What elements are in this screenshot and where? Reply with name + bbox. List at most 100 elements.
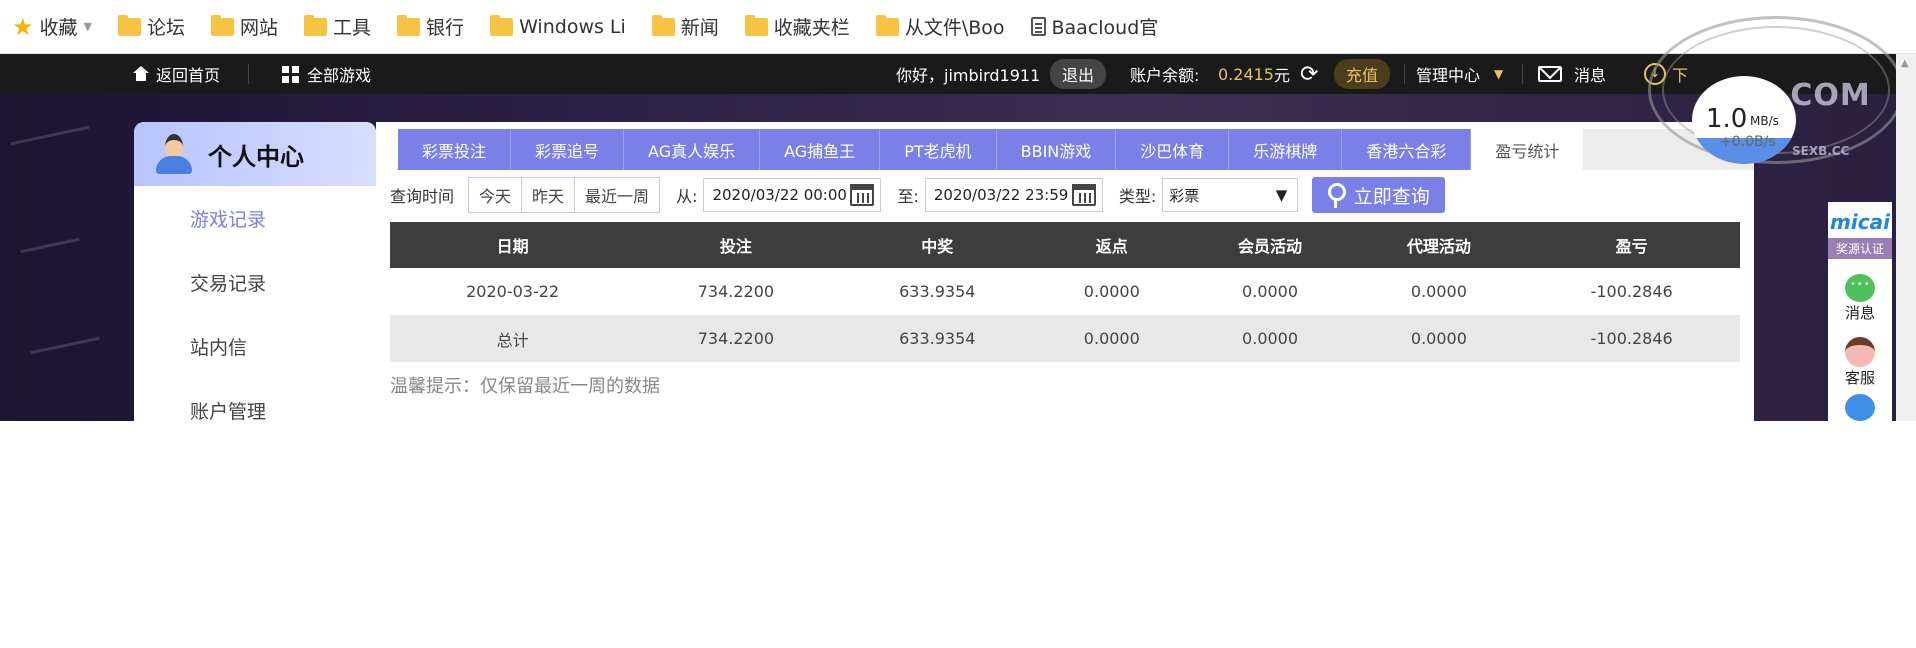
bookmark-folder[interactable]: Windows Li: [490, 14, 626, 38]
folder-icon: [875, 14, 899, 36]
table-cell: 0.0000: [1083, 282, 1140, 301]
sidebar-title: 个人中心: [208, 142, 304, 171]
admin-center-menu[interactable]: 管理中心 ▼: [1416, 54, 1503, 94]
rail-support-button[interactable]: 客服: [1828, 330, 1892, 394]
game-tabs: 彩票投注 彩票追号 AG真人娱乐 AG捕鱼王 PT老虎机 BBIN游戏 沙巴体育…: [398, 129, 1584, 170]
column-header: 日期: [390, 222, 636, 268]
sidebar-item-inbox[interactable]: 站内信: [134, 314, 376, 378]
bookmark-page[interactable]: Baacloud官: [1030, 13, 1158, 40]
table-header-row: 日期 投注 中奖 返点 会员活动 代理活动 盈亏: [390, 222, 1740, 268]
table-cell: 0.0000: [1410, 282, 1467, 301]
bookmark-folder[interactable]: 论坛: [118, 13, 185, 40]
from-date-input[interactable]: 2020/03/22 00:00: [703, 178, 882, 212]
page-scrollbar[interactable]: ▲: [1896, 54, 1916, 421]
folder-icon: [490, 14, 514, 36]
chevron-down-icon[interactable]: ▼: [84, 20, 92, 33]
bookmark-folder[interactable]: 工具: [304, 13, 371, 40]
tab-ag-live[interactable]: AG真人娱乐: [624, 129, 761, 170]
sidebar-header: 个人中心: [134, 122, 376, 186]
bookmark-label: 收藏夹栏: [773, 17, 850, 39]
profit-loss-table: 日期 投注 中奖 返点 会员活动 代理活动 盈亏 2020-03-22 734.…: [390, 222, 1740, 362]
refresh-balance-button[interactable]: ⟳: [1300, 54, 1318, 94]
refresh-icon: ⟳: [1300, 61, 1319, 87]
divider: [248, 64, 249, 84]
balance-value: 0.2415: [1218, 64, 1274, 84]
tab-leyou-chess[interactable]: 乐游棋牌: [1229, 129, 1343, 170]
tab-pt-slots[interactable]: PT老虎机: [880, 129, 997, 170]
watermark-subtext: SEXB.CC: [1792, 144, 1850, 158]
to-date-input[interactable]: 2020/03/22 23:59: [924, 178, 1103, 212]
bookmark-folder[interactable]: 网站: [211, 13, 278, 40]
table-cell: 633.9354: [899, 282, 976, 301]
bookmark-label: 工具: [333, 17, 372, 39]
range-last-week-button[interactable]: 最近一周: [575, 178, 660, 212]
table-cell: -100.2846: [1590, 282, 1673, 301]
bookmark-folder[interactable]: 收藏夹栏: [744, 13, 850, 40]
user-avatar-icon: [156, 134, 192, 174]
table-cell: 734.2200: [635, 315, 837, 362]
tab-hk-mark-six[interactable]: 香港六合彩: [1342, 129, 1472, 170]
range-yesterday-button[interactable]: 昨天: [522, 178, 576, 212]
table-cell: 0.0000: [1185, 315, 1355, 362]
certification-label: 奖源认证: [1828, 238, 1892, 259]
sidebar-item-transactions[interactable]: 交易记录: [134, 250, 376, 314]
bookmark-label: Windows Li: [519, 15, 626, 38]
tab-bbin[interactable]: BBIN游戏: [996, 129, 1117, 170]
rail-more-button[interactable]: [1828, 394, 1892, 421]
messages-link[interactable]: 消息: [1538, 54, 1606, 94]
logout-button-wrap: 退出: [1050, 54, 1107, 94]
sidebar-item-game-records[interactable]: 游戏记录: [134, 186, 376, 250]
document-icon: [1030, 17, 1046, 36]
to-date-value: 2020/03/22 23:59: [933, 186, 1069, 204]
search-button-label: 立即查询: [1353, 185, 1430, 208]
sidebar-item-account[interactable]: 账户管理: [134, 378, 376, 422]
rail-messages-button[interactable]: 消息: [1828, 266, 1892, 330]
table-cell: -100.2846: [1523, 315, 1740, 362]
table-cell: 0.0000: [1037, 315, 1186, 362]
table-cell: 总计: [390, 315, 636, 362]
retention-hint: 温馨提示：仅保留最近一周的数据: [390, 376, 660, 397]
bookmark-label: 网站: [240, 17, 279, 39]
bookmark-folder[interactable]: 新闻: [651, 13, 719, 40]
mail-icon: [1538, 66, 1562, 82]
tab-lottery-bet[interactable]: 彩票投注: [398, 129, 512, 170]
decor-streak: [20, 237, 80, 254]
messages-label: 消息: [1574, 66, 1607, 85]
range-today-button[interactable]: 今天: [469, 178, 523, 212]
tab-lottery-chase[interactable]: 彩票追号: [511, 129, 625, 170]
bookmark-label: 论坛: [147, 17, 186, 39]
customer-service-icon: [1845, 336, 1875, 367]
column-header: 投注: [635, 222, 837, 268]
table-cell: 0.0000: [1354, 315, 1524, 362]
network-speed-widget[interactable]: .COM SEXB.CC 1.0 MB/s +0.0B/s: [1648, 16, 1904, 164]
column-header: 代理活动: [1354, 222, 1524, 268]
home-link[interactable]: 返回首页: [132, 54, 220, 94]
micai-badge[interactable]: micai 奖源认证: [1828, 202, 1892, 266]
scroll-up-icon[interactable]: ▲: [1901, 58, 1911, 69]
table-cell: 2020-03-22: [466, 282, 560, 301]
decor-streak: [30, 336, 100, 355]
home-icon: [132, 66, 150, 82]
tab-saba-sports[interactable]: 沙巴体育: [1116, 129, 1230, 170]
tab-ag-fishing[interactable]: AG捕鱼王: [760, 129, 881, 170]
bookmarks-bar: ★ 收藏 ▼ 论坛 网站 工具 银行 Windows Li 新闻 收藏夹栏 从文…: [0, 0, 1916, 54]
bookmark-folder[interactable]: 从文件\Boo: [875, 13, 1005, 40]
all-games-link[interactable]: 全部游戏: [282, 54, 371, 94]
query-bar: 查询时间 今天 昨天 最近一周 从: 2020/03/22 00:00 至: 2…: [390, 177, 1446, 213]
table-cell: 633.9354: [836, 315, 1038, 362]
bookmark-favorites[interactable]: ★ 收藏 ▼: [12, 13, 92, 41]
calendar-icon[interactable]: [850, 184, 875, 206]
bookmark-folder[interactable]: 银行: [397, 13, 464, 40]
logout-button[interactable]: 退出: [1050, 59, 1107, 89]
folder-icon: [744, 14, 768, 36]
to-label: 至:: [897, 187, 919, 206]
search-button[interactable]: 立即查询: [1312, 177, 1446, 213]
recharge-button[interactable]: 充值: [1334, 59, 1391, 89]
type-select[interactable]: 彩票 ▼: [1162, 178, 1299, 212]
admin-center-label: 管理中心: [1416, 66, 1481, 85]
chat-bubble-icon: [1845, 273, 1875, 302]
main-panel: 彩票投注 彩票追号 AG真人娱乐 AG捕鱼王 PT老虎机 BBIN游戏 沙巴体育…: [376, 122, 1754, 421]
calendar-icon[interactable]: [1071, 184, 1096, 206]
table-row: 2020-03-22 734.2200 633.9354 0.0000 0.00…: [390, 268, 1740, 315]
tab-profit-loss[interactable]: 盈亏统计: [1471, 129, 1584, 170]
